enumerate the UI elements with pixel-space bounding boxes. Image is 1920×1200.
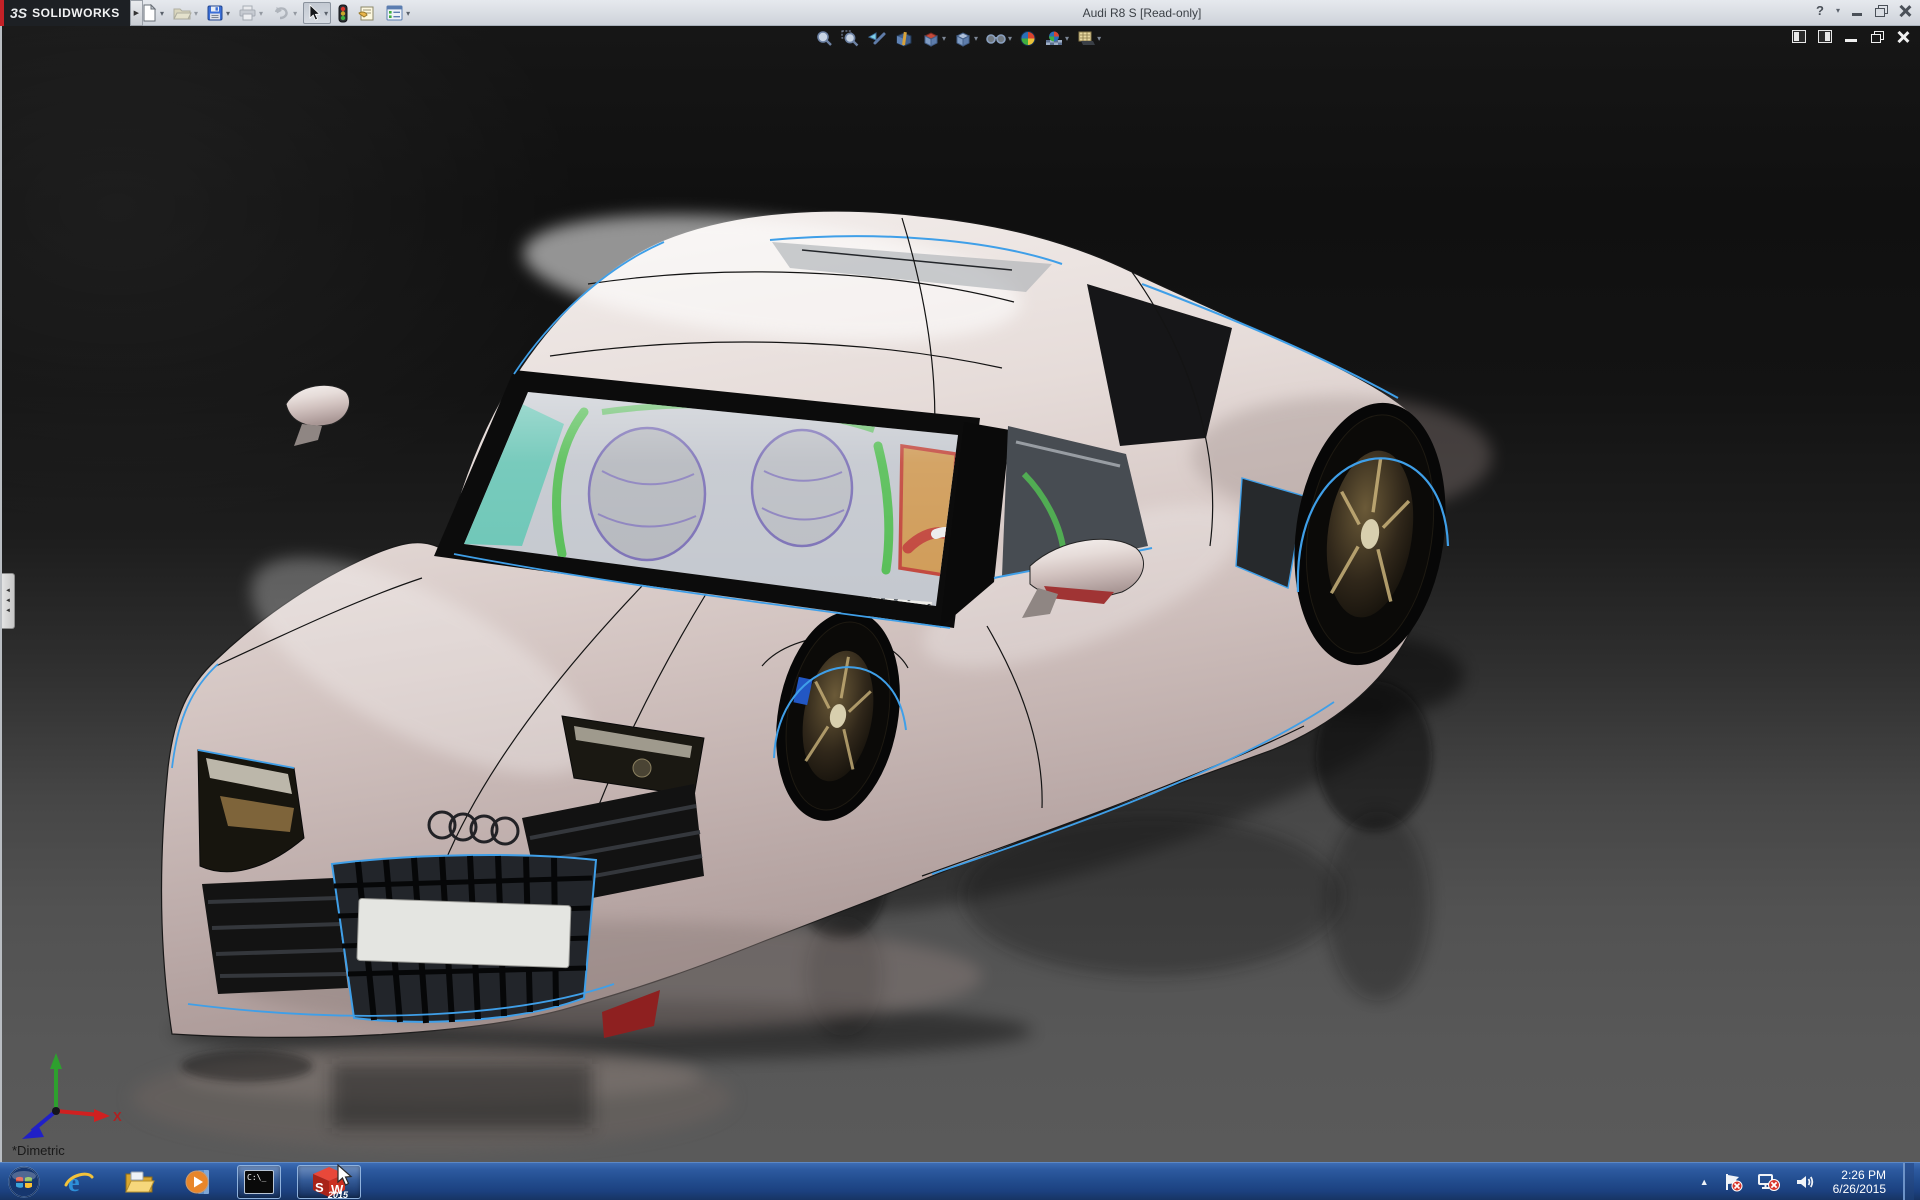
command-prompt-icon: C:\_ — [244, 1170, 274, 1194]
folder-icon — [123, 1168, 155, 1196]
print-button[interactable]: ▾ — [236, 2, 265, 24]
svg-text:2015: 2015 — [327, 1190, 349, 1199]
mouse-cursor — [336, 1164, 354, 1188]
cmd-label: C:\_ — [247, 1173, 266, 1182]
taskbar-clock[interactable]: 2:26 PM 6/26/2015 — [1829, 1168, 1890, 1196]
system-tray: ▲ 2:26 PM 6/26/2015 — [1700, 1163, 1920, 1200]
open-caret[interactable]: ▾ — [194, 9, 198, 18]
action-center-flag-icon[interactable] — [1722, 1172, 1744, 1192]
help-button[interactable]: ? — [1816, 3, 1824, 18]
undo-caret[interactable]: ▾ — [293, 9, 297, 18]
clock-date: 6/26/2015 — [1833, 1182, 1886, 1196]
show-desktop-button[interactable] — [1903, 1163, 1914, 1200]
start-button[interactable] — [5, 1164, 43, 1200]
media-player-icon — [184, 1167, 214, 1197]
clock-time: 2:26 PM — [1833, 1168, 1886, 1182]
select-tool-button[interactable]: ▾ — [303, 2, 331, 24]
options-caret[interactable]: ▾ — [406, 9, 410, 18]
select-caret[interactable]: ▾ — [324, 9, 328, 18]
undo-button[interactable]: ▾ — [269, 2, 299, 24]
logo-3s-mark: 3S — [10, 5, 27, 21]
close-button[interactable] — [1898, 5, 1912, 17]
options-checklist-icon — [385, 4, 404, 22]
reference-triad: X — [14, 1049, 124, 1144]
internet-explorer-button[interactable]: e — [57, 1165, 101, 1199]
minimize-button[interactable] — [1850, 5, 1864, 17]
windows-start-icon — [8, 1166, 40, 1198]
svg-text:e: e — [68, 1168, 80, 1197]
standard-toolbar: ▾ ▾ ▾ ▾ — [138, 0, 412, 26]
taskbar-items: e C:\_ — [57, 1163, 361, 1200]
open-folder-icon — [172, 4, 192, 22]
app-window-controls: ? ▾ — [1816, 3, 1912, 18]
undo-arrow-icon — [271, 4, 291, 22]
save-caret[interactable]: ▾ — [226, 9, 230, 18]
rebuild-button[interactable] — [335, 2, 351, 24]
internet-explorer-icon: e — [64, 1167, 94, 1197]
volume-icon[interactable] — [1794, 1172, 1816, 1192]
window-title: Audi R8 S [Read-only] — [1083, 6, 1202, 20]
left-side-mirror — [286, 385, 350, 446]
file-explorer-button[interactable] — [117, 1165, 161, 1199]
new-document-button[interactable]: ▾ — [138, 2, 166, 24]
save-floppy-icon — [206, 4, 224, 22]
media-player-button[interactable] — [177, 1165, 221, 1199]
network-status-icon[interactable] — [1757, 1172, 1781, 1192]
save-button[interactable]: ▾ — [204, 2, 232, 24]
print-caret[interactable]: ▾ — [259, 9, 263, 18]
file-properties-icon — [357, 4, 377, 22]
command-prompt-button[interactable]: C:\_ — [237, 1165, 281, 1199]
tray-expand-icon[interactable]: ▲ — [1700, 1177, 1709, 1187]
triad-x-label: X — [113, 1109, 122, 1124]
logo-wordmark: SOLIDWORKS — [32, 6, 120, 20]
graphics-viewport[interactable]: ▾ ▾ ▾ — [0, 26, 1920, 1162]
solidworks-logo: 3S SOLIDWORKS ▶ — [0, 0, 143, 26]
view-orientation-label: *Dimetric — [12, 1143, 65, 1158]
open-document-button[interactable]: ▾ — [170, 2, 200, 24]
logo-block: 3S SOLIDWORKS — [4, 0, 130, 26]
windows-taskbar: e C:\_ — [0, 1162, 1920, 1200]
app-titlebar: 3S SOLIDWORKS ▶ ▾ ▾ — [0, 0, 1920, 26]
svg-text:S: S — [315, 1180, 324, 1195]
car-model-render — [2, 26, 1920, 1162]
options-button[interactable]: ▾ — [383, 2, 412, 24]
license-plate — [357, 898, 571, 967]
file-properties-button[interactable] — [355, 2, 379, 24]
restore-button[interactable] — [1874, 5, 1888, 17]
select-arrow-icon — [306, 4, 322, 22]
new-caret[interactable]: ▾ — [160, 9, 164, 18]
new-document-icon — [140, 4, 158, 22]
traffic-light-icon — [337, 4, 349, 23]
printer-icon — [238, 4, 257, 22]
help-caret[interactable]: ▾ — [1836, 6, 1840, 15]
